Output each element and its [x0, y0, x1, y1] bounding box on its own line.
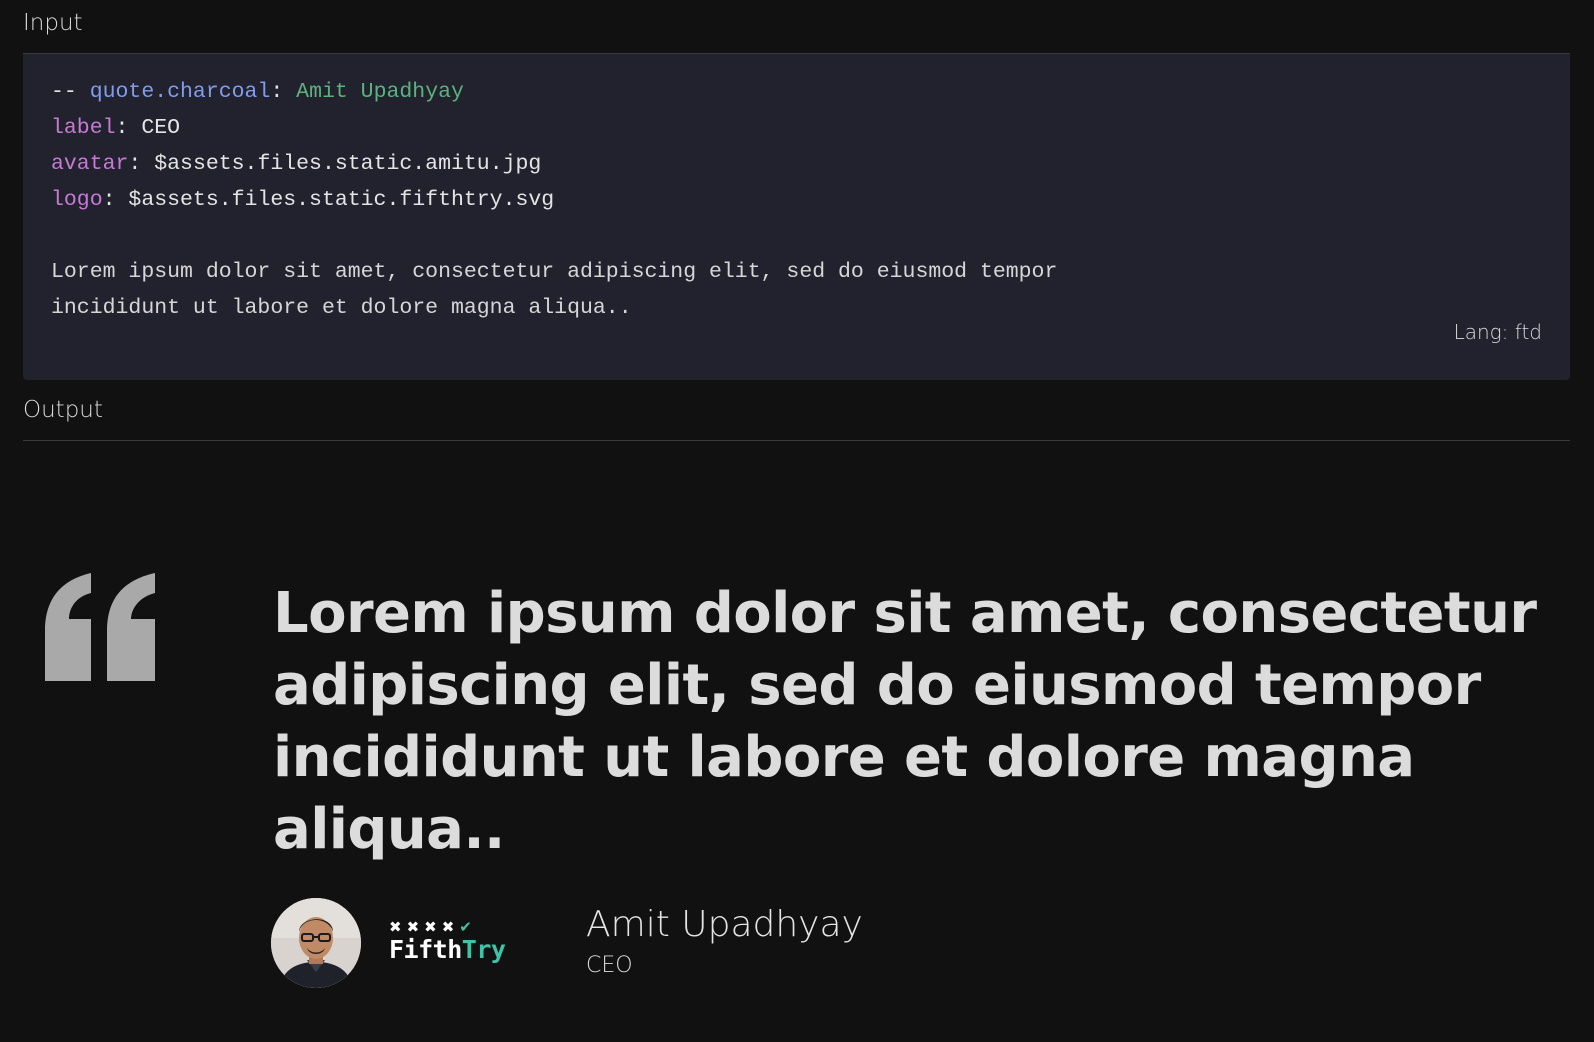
code-separator: : [115, 116, 142, 140]
code-component-name: quote.charcoal [89, 80, 271, 104]
code-line-3: avatar: $assets.files.static.amitu.jpg [51, 146, 1057, 182]
code-line-1: -- quote.charcoal: Amit Upadhyay [51, 74, 1057, 110]
code-body-line-1: Lorem ipsum dolor sit amet, consectetur … [51, 260, 1058, 284]
code-caption-value: Amit Upadhyay [296, 80, 464, 104]
logo-word-accent: Try [461, 935, 506, 964]
code-value-avatar: $assets.files.static.amitu.jpg [154, 152, 542, 176]
language-label: Lang: ftd [1453, 320, 1542, 344]
quote-mark-icon [45, 573, 155, 681]
code-body-line-2: incididunt ut labore et dolore magna ali… [51, 296, 632, 320]
code-key-avatar: avatar [51, 152, 129, 176]
code-prefix: -- [51, 80, 90, 104]
fifthtry-logo: ✖✖✖✖✔ FifthTry [389, 918, 515, 966]
output-divider [23, 440, 1570, 441]
code-value-logo: $assets.files.static.fifthtry.svg [128, 188, 555, 212]
check-icon: ✔ [459, 918, 472, 936]
input-section-label: Input [23, 10, 83, 36]
page: Input -- quote.charcoal: Amit Upadhyay la… [0, 0, 1594, 1042]
logo-wordmark: FifthTry [389, 936, 515, 964]
code-line-2: label: CEO [51, 110, 1057, 146]
code-key-label: label [51, 116, 116, 140]
code-separator: : [270, 80, 297, 104]
logo-marks-icon: ✖✖✖✖✔ [389, 918, 472, 936]
code-key-logo: logo [51, 188, 103, 212]
output-section-label: Output [23, 397, 103, 423]
code-block[interactable]: -- quote.charcoal: Amit Upadhyay label: C… [23, 54, 1570, 380]
code-separator: : [102, 188, 129, 212]
code-value-label: CEO [141, 116, 181, 140]
code-separator: : [128, 152, 155, 176]
avatar-photo [271, 898, 361, 988]
code-line-4: logo: $assets.files.static.fifthtry.svg [51, 182, 1057, 218]
author-name: Amit Upadhyay [586, 904, 863, 945]
code-content[interactable]: -- quote.charcoal: Amit Upadhyay label: C… [51, 74, 1057, 326]
quote-text: Lorem ipsum dolor sit amet, consectetur … [273, 581, 1537, 862]
logo-word-main: Fifth [389, 935, 462, 964]
avatar [271, 898, 361, 988]
author-label: CEO [586, 953, 633, 978]
